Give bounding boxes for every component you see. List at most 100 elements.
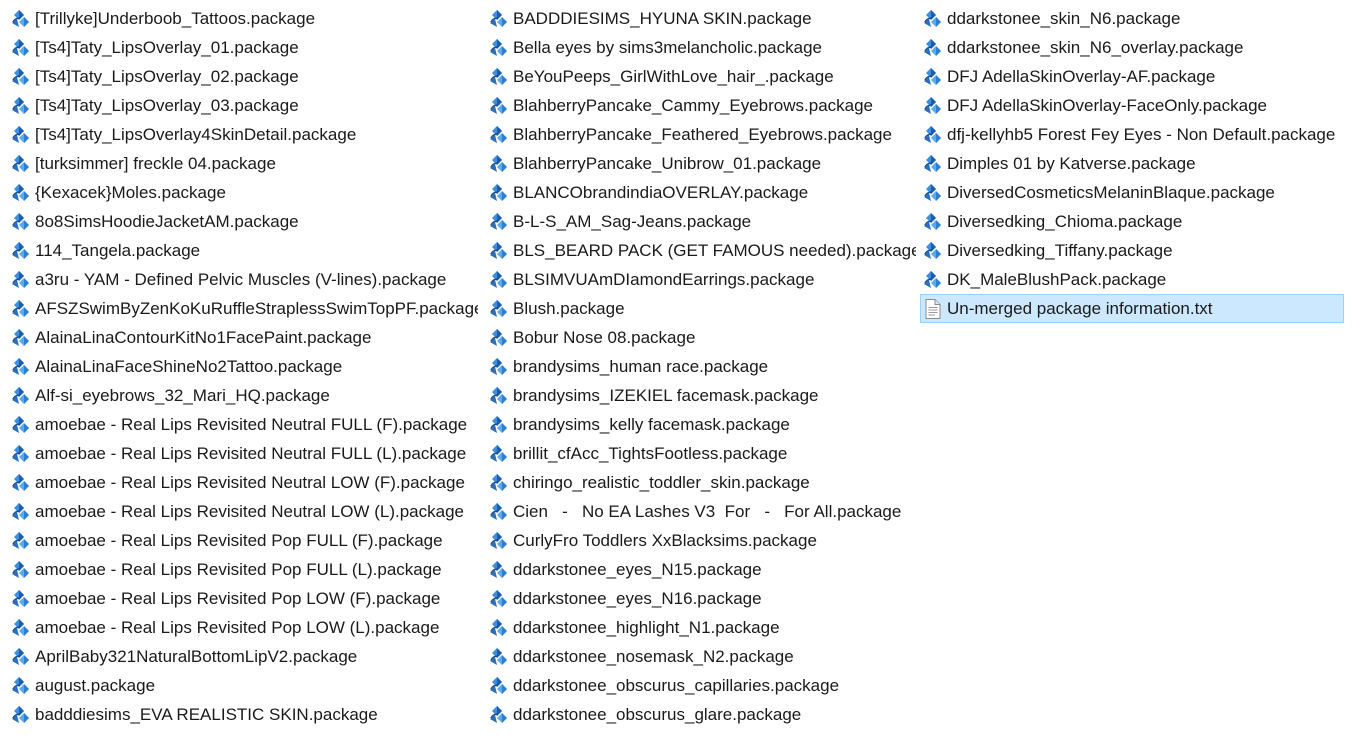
- sims-package-icon: [10, 327, 32, 349]
- file-item[interactable]: DiversedCosmeticsMelaninBlaque.package: [920, 178, 1344, 207]
- file-item[interactable]: ddarkstonee_skin_N6_overlay.package: [920, 33, 1344, 62]
- sims-package-icon: [10, 95, 32, 117]
- file-item[interactable]: ddarkstonee_skin_N6.package: [920, 4, 1344, 33]
- file-item[interactable]: chiringo_realistic_toddler_skin.package: [486, 468, 916, 497]
- file-item[interactable]: BlahberryPancake_Cammy_Eyebrows.package: [486, 91, 916, 120]
- file-item[interactable]: ddarkstonee_highlight_N1.package: [486, 613, 916, 642]
- sims-package-icon: [488, 588, 510, 610]
- file-item[interactable]: ddarkstonee_nosemask_N2.package: [486, 642, 916, 671]
- file-item[interactable]: DK_MaleBlushPack.package: [920, 265, 1344, 294]
- file-item[interactable]: amoebae - Real Lips Revisited Neutral LO…: [8, 468, 478, 497]
- file-item[interactable]: Blush.package: [486, 294, 916, 323]
- file-item[interactable]: amoebae - Real Lips Revisited Pop FULL (…: [8, 555, 478, 584]
- file-item[interactable]: DFJ AdellaSkinOverlay-AF.package: [920, 62, 1344, 91]
- file-item[interactable]: Alf-si_eyebrows_32_Mari_HQ.package: [8, 381, 478, 410]
- file-item[interactable]: BLS_BEARD PACK (GET FAMOUS needed).packa…: [486, 236, 916, 265]
- file-item[interactable]: DFJ AdellaSkinOverlay-FaceOnly.package: [920, 91, 1344, 120]
- file-item[interactable]: BlahberryPancake_Unibrow_01.package: [486, 149, 916, 178]
- file-name-label: Un-merged package information.txt: [947, 299, 1213, 318]
- file-item[interactable]: BADDDIESIMS_HYUNA SKIN.package: [486, 4, 916, 33]
- file-item[interactable]: [Ts4]Taty_LipsOverlay4SkinDetail.package: [8, 120, 478, 149]
- sims-package-icon: [10, 588, 32, 610]
- file-item[interactable]: august.package: [8, 671, 478, 700]
- file-item[interactable]: Diversedking_Tiffany.package: [920, 236, 1344, 265]
- file-item[interactable]: {Kexacek}Moles.package: [8, 178, 478, 207]
- sims-package-icon: [10, 153, 32, 175]
- file-item[interactable]: ddarkstonee_eyes_N15.package: [486, 555, 916, 584]
- file-item[interactable]: AlainaLinaContourKitNo1FacePaint.package: [8, 323, 478, 352]
- sims-package-icon: [488, 559, 510, 581]
- file-name-label: DFJ AdellaSkinOverlay-FaceOnly.package: [947, 96, 1267, 115]
- sims-package-icon: [488, 414, 510, 436]
- file-name-label: amoebae - Real Lips Revisited Neutral LO…: [35, 502, 464, 521]
- file-item[interactable]: badddiesims_EVA REALISTIC SKIN.package: [8, 700, 478, 729]
- file-item[interactable]: BLSIMVUAmDIamondEarrings.package: [486, 265, 916, 294]
- sims-package-icon: [10, 8, 32, 30]
- sims-package-icon: [922, 124, 944, 146]
- file-name-label: Diversedking_Tiffany.package: [947, 241, 1173, 260]
- file-item[interactable]: [Ts4]Taty_LipsOverlay_03.package: [8, 91, 478, 120]
- file-item[interactable]: Un-merged package information.txt: [920, 294, 1344, 323]
- sims-package-icon: [488, 298, 510, 320]
- sims-package-icon: [488, 182, 510, 204]
- file-item[interactable]: brandysims_kelly facemask.package: [486, 410, 916, 439]
- file-name-label: AlainaLinaFaceShineNo2Tattoo.package: [35, 357, 343, 376]
- file-item[interactable]: amoebae - Real Lips Revisited Pop LOW (F…: [8, 584, 478, 613]
- sims-package-icon: [10, 124, 32, 146]
- file-item[interactable]: Bobur Nose 08.package: [486, 323, 916, 352]
- file-item[interactable]: Dimples 01 by Katverse.package: [920, 149, 1344, 178]
- text-document-icon: [922, 298, 944, 320]
- file-name-label: amoebae - Real Lips Revisited Pop LOW (F…: [35, 589, 441, 608]
- file-item[interactable]: Bella eyes by sims3melancholic.package: [486, 33, 916, 62]
- file-item[interactable]: a3ru - YAM - Defined Pelvic Muscles (V-l…: [8, 265, 478, 294]
- file-item[interactable]: 114_Tangela.package: [8, 236, 478, 265]
- sims-package-icon: [488, 37, 510, 59]
- sims-package-icon: [10, 385, 32, 407]
- file-item[interactable]: brandysims_IZEKIEL facemask.package: [486, 381, 916, 410]
- file-name-label: brandysims_human race.package: [513, 357, 769, 376]
- sims-package-icon: [922, 182, 944, 204]
- file-item[interactable]: AlainaLinaFaceShineNo2Tattoo.package: [8, 352, 478, 381]
- file-name-label: a3ru - YAM - Defined Pelvic Muscles (V-l…: [35, 270, 447, 289]
- file-item[interactable]: Cien - No EA Lashes V3 For - For All.pac…: [486, 497, 916, 526]
- sims-package-icon: [10, 240, 32, 262]
- file-item[interactable]: dfj-kellyhb5 Forest Fey Eyes - Non Defau…: [920, 120, 1344, 149]
- file-name-label: BLANCObrandindiaOVERLAY.package: [513, 183, 809, 202]
- file-item[interactable]: amoebae - Real Lips Revisited Pop LOW (L…: [8, 613, 478, 642]
- file-item[interactable]: [Trillyke]Underboob_Tattoos.package: [8, 4, 478, 33]
- file-item[interactable]: ddarkstonee_obscurus_capillaries.package: [486, 671, 916, 700]
- file-name-label: [Ts4]Taty_LipsOverlay_02.package: [35, 67, 299, 86]
- sims-package-icon: [488, 675, 510, 697]
- file-item[interactable]: amoebae - Real Lips Revisited Neutral FU…: [8, 410, 478, 439]
- file-column-1: [Trillyke]Underboob_Tattoos.package [Ts4]…: [8, 4, 478, 729]
- file-name-label: badddiesims_EVA REALISTIC SKIN.package: [35, 705, 378, 724]
- file-item[interactable]: BlahberryPancake_Feathered_Eyebrows.pack…: [486, 120, 916, 149]
- file-name-label: ddarkstonee_eyes_N16.package: [513, 589, 762, 608]
- sims-package-icon: [922, 211, 944, 233]
- file-item[interactable]: [Ts4]Taty_LipsOverlay_02.package: [8, 62, 478, 91]
- file-item[interactable]: B-L-S_AM_Sag-Jeans.package: [486, 207, 916, 236]
- file-name-label: 8o8SimsHoodieJacketAM.package: [35, 212, 299, 231]
- file-item[interactable]: [Ts4]Taty_LipsOverlay_01.package: [8, 33, 478, 62]
- file-item[interactable]: brandysims_human race.package: [486, 352, 916, 381]
- file-item[interactable]: AFSZSwimByZenKoKuRuffleStraplessSwimTopP…: [8, 294, 478, 323]
- sims-package-icon: [922, 66, 944, 88]
- file-item[interactable]: BeYouPeeps_GirlWithLove_hair_.package: [486, 62, 916, 91]
- file-item[interactable]: 8o8SimsHoodieJacketAM.package: [8, 207, 478, 236]
- sims-package-icon: [10, 704, 32, 726]
- file-name-label: DiversedCosmeticsMelaninBlaque.package: [947, 183, 1275, 202]
- file-item[interactable]: amoebae - Real Lips Revisited Neutral FU…: [8, 439, 478, 468]
- file-item[interactable]: [turksimmer] freckle 04.package: [8, 149, 478, 178]
- file-item[interactable]: AprilBaby321NaturalBottomLipV2.package: [8, 642, 478, 671]
- file-item[interactable]: CurlyFro Toddlers XxBlacksims.package: [486, 526, 916, 555]
- file-item[interactable]: BLANCObrandindiaOVERLAY.package: [486, 178, 916, 207]
- sims-package-icon: [10, 211, 32, 233]
- file-item[interactable]: Diversedking_Chioma.package: [920, 207, 1344, 236]
- sims-package-icon: [10, 443, 32, 465]
- file-item[interactable]: ddarkstonee_obscurus_glare.package: [486, 700, 916, 729]
- file-item[interactable]: amoebae - Real Lips Revisited Pop FULL (…: [8, 526, 478, 555]
- file-item[interactable]: amoebae - Real Lips Revisited Neutral LO…: [8, 497, 478, 526]
- file-item[interactable]: ddarkstonee_eyes_N16.package: [486, 584, 916, 613]
- file-name-label: B-L-S_AM_Sag-Jeans.package: [513, 212, 752, 231]
- file-item[interactable]: brillit_cfAcc_TightsFootless.package: [486, 439, 916, 468]
